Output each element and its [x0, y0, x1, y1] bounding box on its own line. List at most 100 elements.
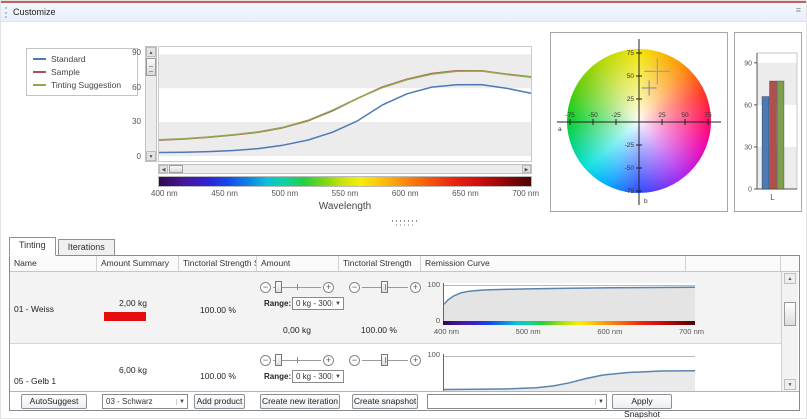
- tinting-panel: Name Amount Summary Tinctorial Strength …: [9, 255, 800, 411]
- svg-text:75: 75: [704, 112, 712, 119]
- x-tick-label: 700 nm: [512, 189, 539, 198]
- increase-amount-button[interactable]: +: [323, 355, 334, 366]
- column-header-remission-curve[interactable]: Remission Curve: [421, 256, 686, 271]
- x-tick-label: 650 nm: [452, 189, 479, 198]
- legend-item-tinting-suggestion: Tinting Suggestion: [33, 80, 131, 90]
- tab-tinting[interactable]: Tinting: [9, 237, 56, 256]
- lab-color-wheel-panel: -75-75-50-50-25-25252550507575ab: [550, 32, 728, 212]
- product-select[interactable]: 03 - Schwarz ▼: [102, 394, 188, 409]
- svg-text:-25: -25: [611, 112, 621, 119]
- decrease-strength-button[interactable]: −: [349, 355, 360, 366]
- table-row[interactable]: 01 - Weiss 2,00 kg 100.00 % − + Range: 0…: [10, 272, 781, 344]
- range-label: Range:: [264, 372, 291, 381]
- splitter-handle[interactable]: [1, 220, 807, 228]
- amount-slider[interactable]: − +: [260, 281, 334, 293]
- product-name: 05 - Gelb 1: [14, 376, 56, 386]
- y-tick-label: 0: [119, 152, 141, 161]
- range-select[interactable]: 0 kg - 300 l ▼: [292, 370, 344, 383]
- increase-amount-button[interactable]: +: [323, 282, 334, 293]
- toolbar-grip-icon[interactable]: [5, 7, 8, 18]
- scrollbar-thumb[interactable]: [169, 165, 183, 173]
- create-new-iteration-button[interactable]: Create new iteration: [260, 394, 340, 409]
- strength-slider-thumb[interactable]: [381, 281, 388, 293]
- svg-text:0: 0: [748, 187, 752, 194]
- chevron-down-icon: ▼: [332, 374, 343, 380]
- standard-line-swatch: [33, 58, 46, 60]
- svg-text:50: 50: [627, 73, 635, 80]
- toolbar-title: Customize: [13, 7, 56, 17]
- svg-text:30: 30: [744, 144, 752, 151]
- scroll-down-icon[interactable]: ▼: [784, 379, 796, 390]
- column-header-tinctorial-strength-summary[interactable]: Tinctorial Strength Su...: [179, 256, 257, 271]
- panel-footer: AutoSuggest 03 - Schwarz ▼ Add product C…: [10, 391, 799, 410]
- x-axis-tick-labels: 400 nm 450 nm 500 nm 550 nm 600 nm 650 n…: [151, 189, 539, 198]
- x-tick-label: 500 nm: [271, 189, 298, 198]
- scroll-left-icon[interactable]: ◀: [159, 165, 168, 173]
- svg-text:25: 25: [627, 96, 635, 103]
- amount-slider-thumb[interactable]: [275, 281, 282, 293]
- x-axis-title: Wavelength: [158, 201, 532, 212]
- scroll-down-icon[interactable]: ▼: [146, 151, 156, 161]
- svg-text:-75: -75: [625, 188, 635, 195]
- remission-curve-chart: [443, 354, 695, 391]
- svg-text:90: 90: [744, 60, 752, 67]
- customize-window: Customize ≡ Standard Sample Tinting Sugg…: [0, 0, 807, 419]
- scroll-up-icon[interactable]: ▲: [146, 47, 156, 57]
- x-tick-label: 600 nm: [392, 189, 419, 198]
- spectral-curve-chart: [158, 46, 532, 162]
- y-tick-label: 90: [119, 48, 141, 57]
- tinctorial-strength-slider[interactable]: − +: [349, 354, 421, 366]
- add-product-button[interactable]: Add product: [194, 394, 245, 409]
- column-header-empty: [686, 256, 781, 271]
- decrease-amount-button[interactable]: −: [260, 355, 271, 366]
- create-snapshot-button[interactable]: Create snapshot: [352, 394, 418, 409]
- strength-slider-thumb[interactable]: [381, 354, 388, 366]
- legend-item-sample: Sample: [33, 67, 131, 77]
- decrease-amount-button[interactable]: −: [260, 282, 271, 293]
- column-header-amount[interactable]: Amount: [257, 256, 339, 271]
- scroll-right-icon[interactable]: ▶: [522, 165, 531, 173]
- amount-slider[interactable]: − +: [260, 354, 334, 366]
- decrease-strength-button[interactable]: −: [349, 282, 360, 293]
- tinctorial-strength-slider[interactable]: − +: [349, 281, 421, 293]
- svg-text:-75: -75: [565, 112, 575, 119]
- bottom-tabs: Tinting Iterations: [9, 237, 117, 256]
- table-row[interactable]: 05 - Gelb 1 6,00 kg 100.00 % − + Range: …: [10, 345, 781, 391]
- chart-horizontal-scrollbar[interactable]: ◀ ▶: [158, 164, 532, 174]
- toolbar: Customize ≡: [1, 3, 807, 22]
- y-tick-label: 30: [119, 117, 141, 126]
- range-select[interactable]: 0 kg - 300 l ▼: [292, 297, 344, 310]
- lab-axes-overlay: -75-75-50-50-25-25252550507575ab: [551, 33, 727, 211]
- column-header-name[interactable]: Name: [10, 256, 97, 271]
- column-header-amount-summary[interactable]: Amount Summary: [97, 256, 179, 271]
- lightness-bar-chart: 0 30 60 90 L: [734, 32, 802, 212]
- svg-text:a: a: [558, 126, 562, 133]
- remission-x-tick-labels: 400 nm 500 nm 600 nm 700 nm: [434, 327, 704, 336]
- x-tick-label: 450 nm: [211, 189, 238, 198]
- svg-text:60: 60: [744, 102, 752, 109]
- apply-snapshot-button[interactable]: Apply Snapshot: [612, 394, 672, 409]
- svg-text:-50: -50: [625, 165, 635, 172]
- scrollbar-thumb[interactable]: [784, 302, 796, 326]
- legend-item-standard: Standard: [33, 54, 131, 64]
- scrollbar-thumb[interactable]: [146, 58, 156, 76]
- snapshot-select[interactable]: ▼: [427, 394, 607, 409]
- remission-y-max-label: 100: [414, 350, 440, 359]
- tab-iterations[interactable]: Iterations: [58, 239, 115, 256]
- amount-slider-thumb[interactable]: [275, 354, 282, 366]
- remission-y-max-label: 100: [414, 280, 440, 289]
- autosuggest-button[interactable]: AutoSuggest: [21, 394, 87, 409]
- svg-text:75: 75: [627, 50, 635, 57]
- chart-vertical-scrollbar[interactable]: ▲ ▼: [145, 46, 157, 162]
- remission-curve-chart: [443, 283, 695, 321]
- svg-text:-25: -25: [625, 142, 635, 149]
- suggestion-line-swatch: [33, 84, 46, 86]
- table-vertical-scrollbar[interactable]: ▲ ▼: [781, 272, 798, 391]
- amount-bar: [104, 312, 146, 321]
- svg-text:L: L: [770, 193, 775, 202]
- column-header-tinctorial-strength[interactable]: Tinctorial Strength: [339, 256, 421, 271]
- scroll-up-icon[interactable]: ▲: [784, 273, 796, 284]
- tinctorial-summary-value: 100.00 %: [179, 305, 257, 315]
- toolbar-options-icon[interactable]: ≡: [796, 5, 801, 15]
- tinctorial-summary-value: 100.00 %: [179, 371, 257, 381]
